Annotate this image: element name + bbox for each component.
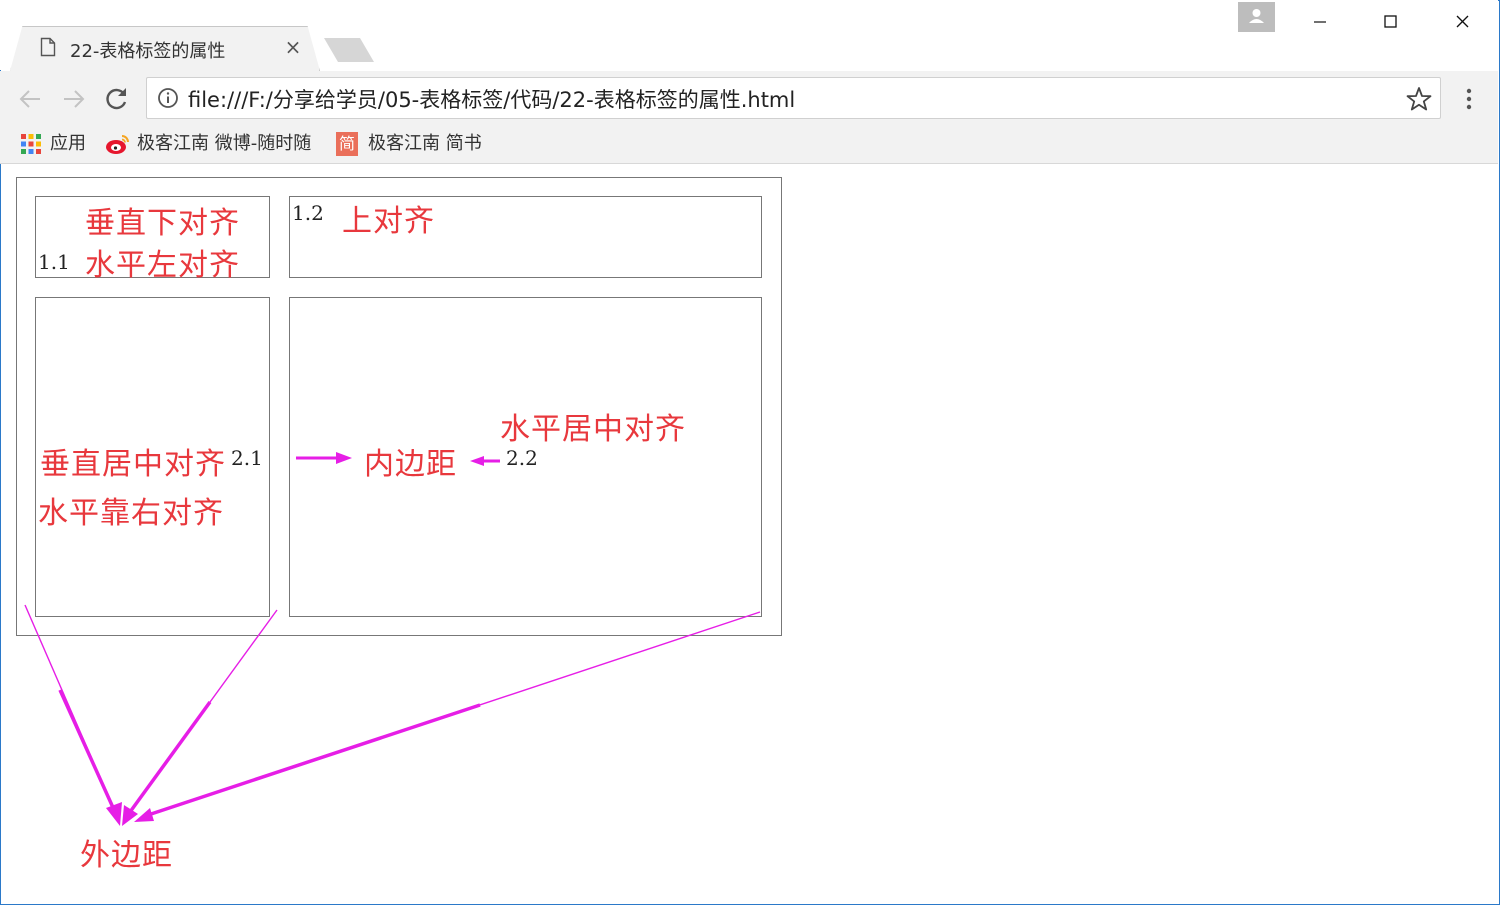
annotation-margin: 外边距 bbox=[80, 838, 173, 873]
bookmark-label: 极客江南 简书 bbox=[368, 133, 482, 154]
file-icon bbox=[40, 37, 56, 57]
annotation-padding: 内边距 bbox=[364, 447, 457, 482]
person-icon bbox=[1249, 9, 1264, 23]
cell-text-1-2: 1.2 bbox=[292, 201, 324, 225]
tab-title: 22-表格标签的属性 bbox=[70, 41, 226, 62]
weibo-icon bbox=[106, 135, 129, 154]
bookmark-label: 极客江南 微博-随时随 bbox=[137, 133, 312, 154]
reload-icon[interactable] bbox=[102, 85, 132, 113]
url-text[interactable]: file:///F:/分享给学员/05-表格标签/代码/22-表格标签的属性.h… bbox=[188, 84, 795, 114]
tab-close-button[interactable]: × bbox=[283, 36, 303, 58]
annotation-valign-middle: 垂直居中对齐 bbox=[40, 447, 226, 482]
forward-arrow-icon[interactable] bbox=[58, 85, 88, 113]
annotation-align-right: 水平靠右对齐 bbox=[38, 496, 224, 531]
jianshu-icon: 简 bbox=[336, 132, 358, 156]
apps-grid-icon bbox=[21, 134, 41, 154]
minimize-icon[interactable] bbox=[1300, 6, 1340, 36]
cell-text-2-2: 2.2 bbox=[506, 446, 538, 470]
annotation-align-left: 水平左对齐 bbox=[85, 248, 240, 283]
more-menu-icon[interactable] bbox=[1458, 84, 1480, 114]
close-window-icon[interactable] bbox=[1442, 6, 1482, 36]
back-arrow-icon[interactable] bbox=[16, 85, 46, 113]
info-icon[interactable] bbox=[157, 87, 179, 109]
annotation-valign-top: 上对齐 bbox=[342, 204, 435, 239]
bookmark-star-icon[interactable] bbox=[1405, 85, 1433, 113]
maximize-icon[interactable] bbox=[1370, 6, 1410, 36]
cell-text-2-1: 2.1 bbox=[231, 446, 263, 470]
profile-button[interactable] bbox=[1238, 2, 1275, 32]
bookmark-label: 应用 bbox=[50, 133, 86, 154]
annotation-align-center: 水平居中对齐 bbox=[500, 412, 686, 447]
cell-text-1-1: 1.1 bbox=[38, 250, 70, 274]
annotation-valign-bottom: 垂直下对齐 bbox=[85, 206, 240, 241]
